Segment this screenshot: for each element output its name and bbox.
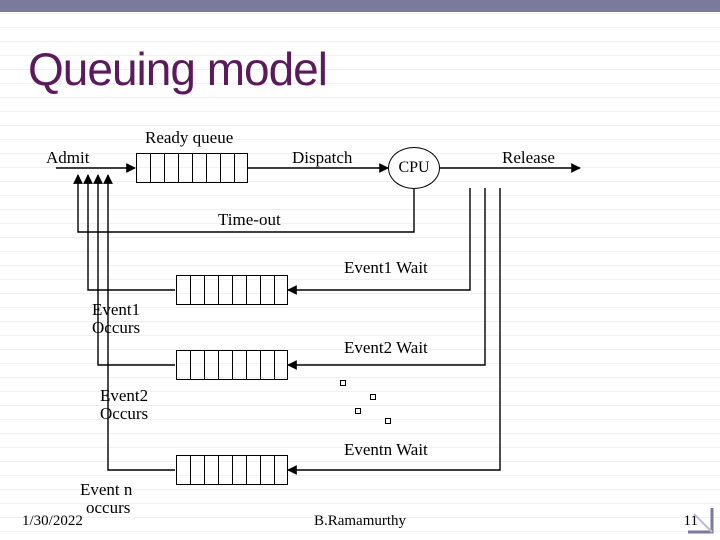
footer-date: 1/30/2022 xyxy=(22,513,83,530)
page-title: Queuing model xyxy=(28,42,327,96)
page-corner-icon xyxy=(686,506,714,534)
footer-author: B.Ramamurthy xyxy=(314,513,406,530)
